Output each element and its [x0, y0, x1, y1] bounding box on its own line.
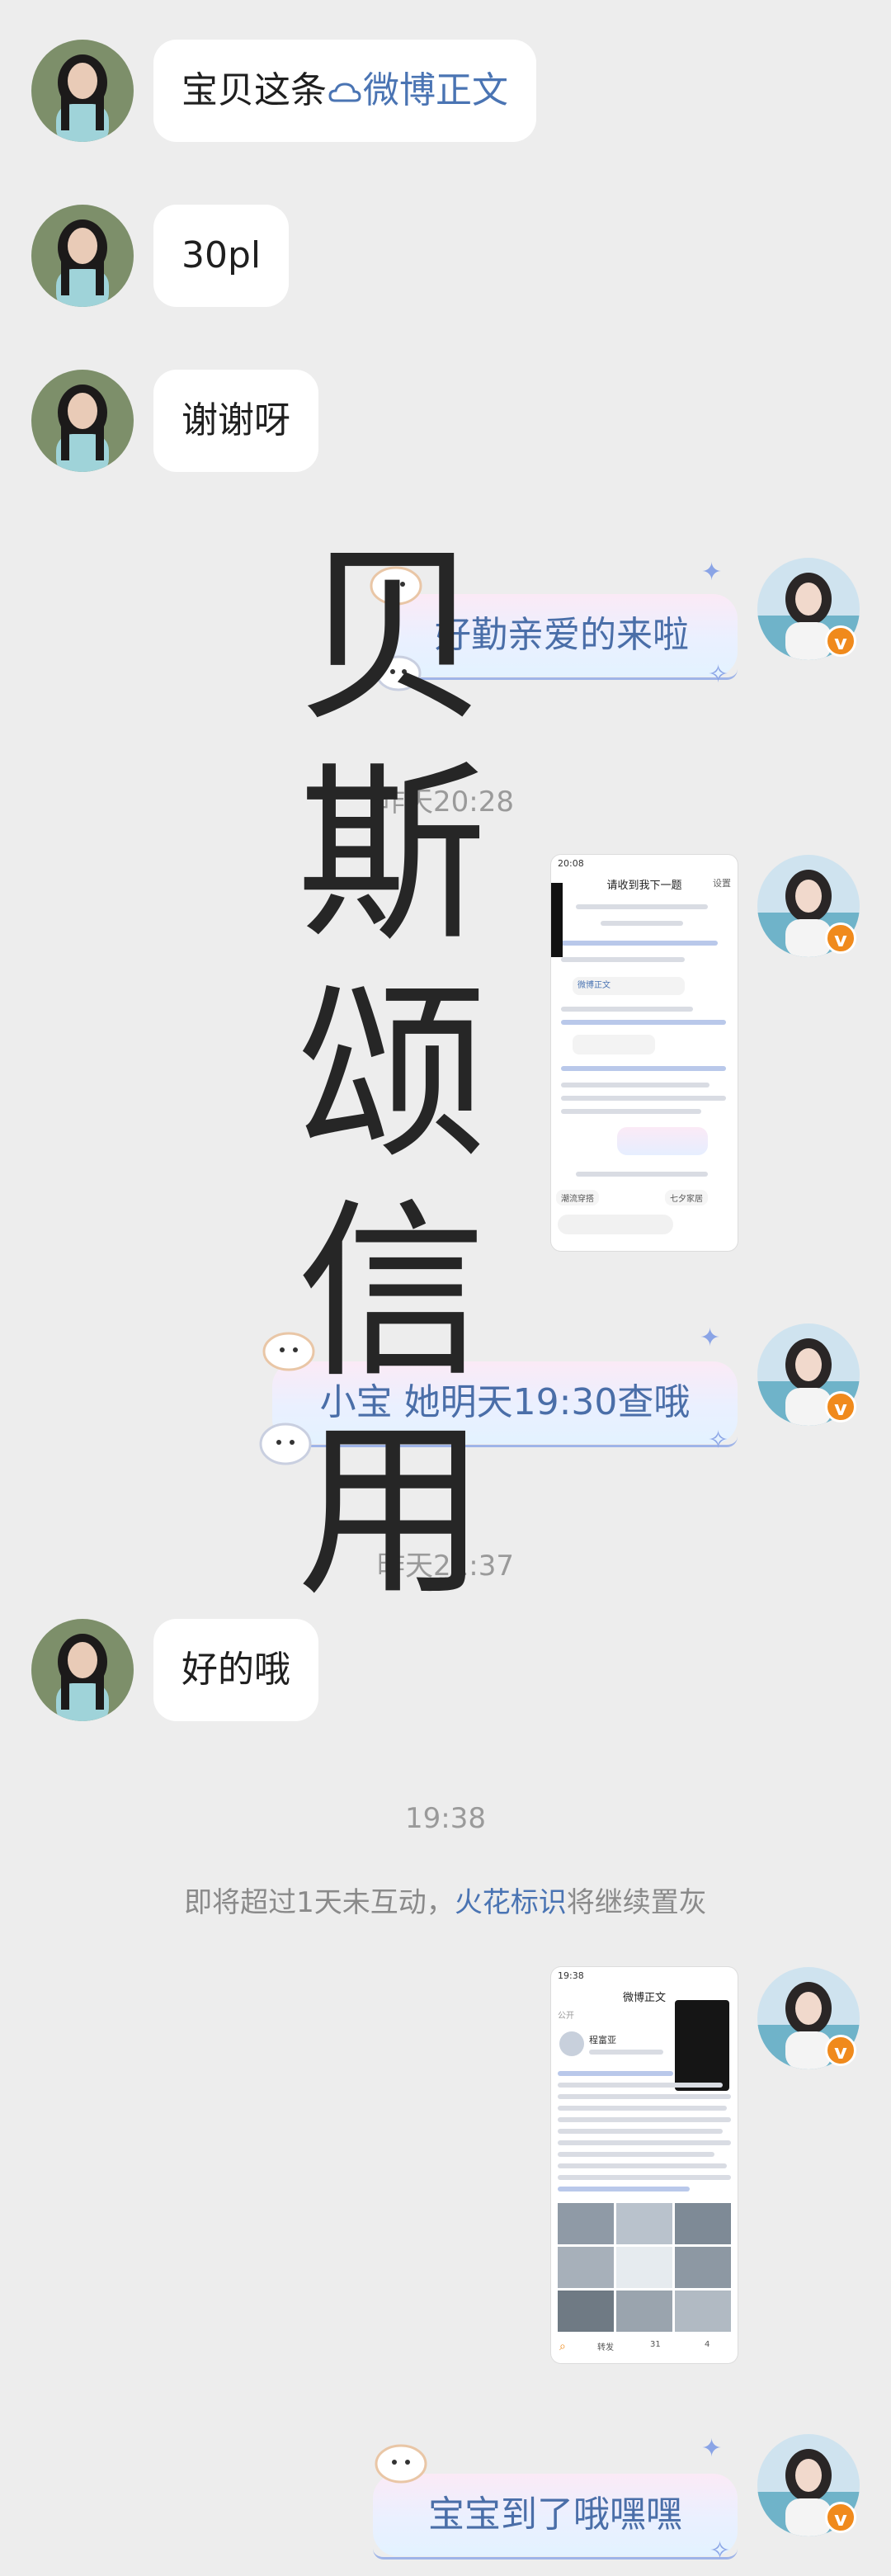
- message-text: 宝宝到了哦嘿嘿: [428, 2493, 682, 2536]
- message-bubble-decorated[interactable]: 宝宝到了哦嘿嘿: [373, 2474, 738, 2559]
- mini-username: 程富亚: [589, 2035, 616, 2045]
- sparkle-icon: ✧: [708, 1426, 729, 1455]
- bubble-wave-decoration: [386, 669, 738, 680]
- ghost-sticker-icon: [375, 655, 422, 691]
- bubble-wave-decoration: [373, 2549, 738, 2559]
- contact-avatar[interactable]: [31, 1619, 134, 1721]
- sparkle-icon: ✧: [708, 660, 729, 689]
- timestamp: 昨天21:37: [377, 1550, 514, 1583]
- mini-like-count: 4: [705, 2340, 710, 2349]
- mini-tag: 潮流穿搭: [556, 1190, 599, 1205]
- message-bubble[interactable]: 谢谢呀: [153, 370, 318, 472]
- verified-badge-icon: v: [825, 922, 856, 954]
- verified-badge-icon: v: [825, 625, 856, 657]
- ghost-sticker-icon: [370, 566, 422, 606]
- message-bubble-decorated[interactable]: 小宝 她明天19:30查哦: [272, 1361, 738, 1447]
- verified-badge-icon: v: [825, 2035, 856, 2066]
- message-text: 好勤亲爱的来啦: [435, 614, 689, 656]
- message-text: 宝贝这条: [182, 69, 327, 111]
- mini-status-time: 19:38: [558, 1970, 584, 1981]
- message-bubble-decorated[interactable]: 好勤亲爱的来啦: [386, 594, 738, 680]
- sparkle-icon: ✦: [701, 558, 723, 587]
- mini-header: 请收到我下一题: [606, 880, 682, 892]
- mini-search-icon: ⌕: [559, 2340, 566, 2353]
- verified-badge-icon: v: [825, 1391, 856, 1422]
- spark-notice: 即将超过1天未互动，火花标识将继续置灰: [0, 1880, 891, 1920]
- mini-comment-count: 31: [650, 2340, 661, 2349]
- sparkle-icon: ✦: [701, 2434, 723, 2463]
- notice-text: 即将超过1天未互动，: [184, 1886, 455, 1919]
- contact-avatar[interactable]: [31, 370, 134, 472]
- verified-badge-icon: v: [825, 2502, 856, 2533]
- message-text: 30pl: [182, 234, 262, 276]
- spark-link[interactable]: 火花标识: [455, 1886, 567, 1919]
- screenshot-image-chat[interactable]: 20:08 请收到我下一题 设置 微博正文 潮流穿搭 七夕家居: [551, 855, 738, 1251]
- message-text: 谢谢呀: [182, 399, 290, 441]
- mini-tag: 七夕家居: [665, 1190, 708, 1205]
- mini-settings: 设置: [713, 878, 731, 889]
- weibo-link-icon: [328, 83, 361, 102]
- screenshot-image-weibo[interactable]: 19:38 微博正文 公开 程富亚 ⌕ 转发 31 4: [551, 1967, 738, 2363]
- mini-status-time: 20:08: [558, 858, 584, 869]
- mini-back: 公开: [558, 2012, 574, 2021]
- message-bubble-weibo[interactable]: 宝贝这条 微博正文: [153, 40, 536, 142]
- contact-avatar[interactable]: [31, 40, 134, 142]
- weibo-post-link[interactable]: 微博正文: [363, 69, 508, 111]
- message-text: 好的哦: [182, 1649, 290, 1691]
- message-bubble[interactable]: 好的哦: [153, 1619, 318, 1721]
- bubble-wave-decoration: [272, 1437, 738, 1447]
- ghost-sticker-icon: [375, 2444, 427, 2484]
- sparkle-icon: ✦: [700, 1323, 721, 1352]
- contact-avatar[interactable]: [31, 205, 134, 307]
- timestamp: 昨天20:28: [377, 786, 514, 819]
- ghost-sticker-icon: [259, 1422, 312, 1465]
- watermark-char: 颂: [296, 965, 487, 1185]
- message-text: 小宝 她明天19:30查哦: [319, 1381, 691, 1423]
- mini-forward: 转发: [597, 2343, 614, 2352]
- ghost-sticker-icon: [262, 1332, 315, 1371]
- notice-text: 将继续置灰: [566, 1886, 707, 1919]
- timestamp: 19:38: [405, 1802, 486, 1835]
- message-bubble[interactable]: 30pl: [153, 205, 290, 307]
- mini-link-bubble: 微博正文: [573, 977, 685, 995]
- sparkle-icon: ✧: [710, 2536, 731, 2565]
